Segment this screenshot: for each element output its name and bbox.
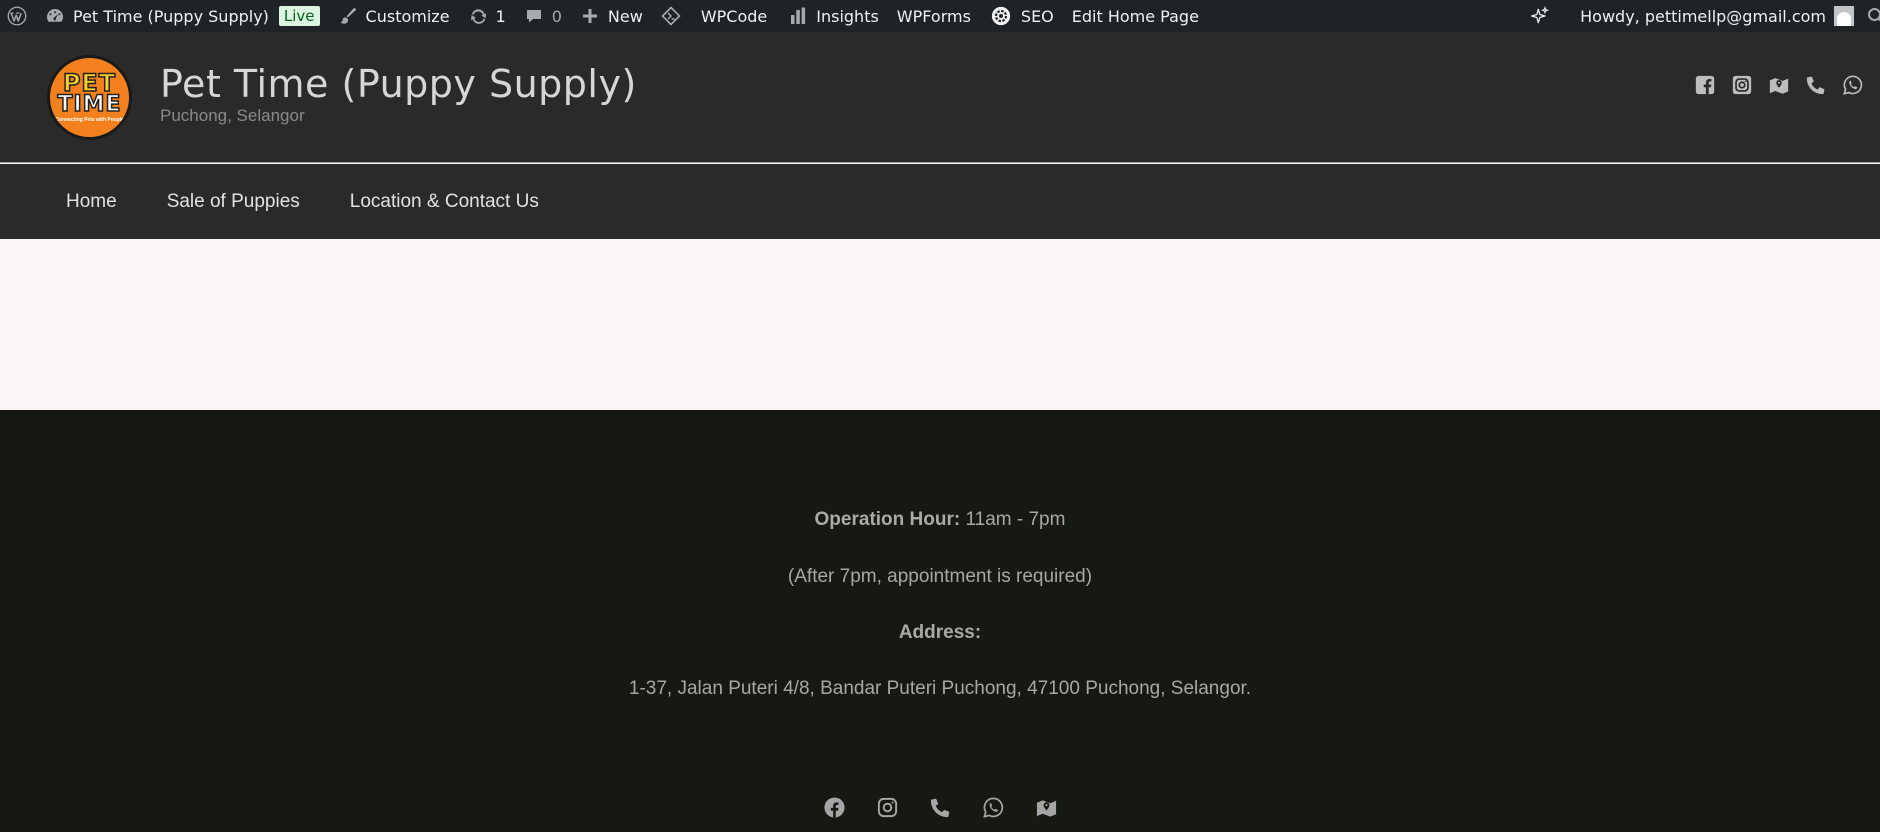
site-name-label: Pet Time (Puppy Supply) xyxy=(73,6,269,26)
footer-social-links xyxy=(0,796,1880,819)
site-title[interactable]: Pet Time (Puppy Supply) xyxy=(160,62,637,106)
logo-text-bottom: TIME xyxy=(57,92,122,117)
site-footer: Operation Hour: 11am - 7pm (After 7pm, a… xyxy=(0,410,1880,832)
avatar xyxy=(1834,6,1854,26)
insights-button[interactable]: Insights xyxy=(779,0,888,32)
seo-button[interactable]: SEO xyxy=(980,0,1063,32)
search-icon xyxy=(1866,6,1880,26)
wordpress-logo-button[interactable] xyxy=(0,0,36,32)
customize-button[interactable]: Customize xyxy=(329,0,459,32)
comment-icon xyxy=(524,6,544,26)
plus-icon xyxy=(580,6,600,26)
main-content xyxy=(0,239,1880,410)
site-header: PET TIME Connecting Pets with People Pet… xyxy=(0,32,1880,163)
nav-item-location-contact[interactable]: Location & Contact Us xyxy=(325,191,564,213)
aioseo-gear-icon xyxy=(989,4,1013,28)
insights-label: Insights xyxy=(816,6,879,26)
wpforms-button[interactable]: WPForms xyxy=(888,0,980,32)
new-content-button[interactable]: New xyxy=(571,0,652,32)
appointment-note: (After 7pm, appointment is required) xyxy=(787,566,1093,587)
ai-assistant-button[interactable] xyxy=(1518,0,1571,32)
dashboard-icon xyxy=(45,6,65,26)
facebook-icon[interactable] xyxy=(1694,74,1716,96)
whatsapp-icon[interactable] xyxy=(982,796,1005,819)
map-icon[interactable] xyxy=(1768,74,1790,96)
instagram-icon[interactable] xyxy=(1731,74,1753,96)
paintbrush-icon xyxy=(338,6,358,26)
edit-page-label: Edit Home Page xyxy=(1071,6,1199,26)
adminbar-right: Howdy, pettimellp@gmail.com xyxy=(1518,0,1880,32)
site-name-menu[interactable]: Pet Time (Puppy Supply) Live xyxy=(36,0,329,32)
address-text: 1-37, Jalan Puteri 4/8, Bandar Puteri Pu… xyxy=(628,678,1252,699)
comments-button[interactable]: 0 xyxy=(515,0,571,32)
customize-label: Customize xyxy=(365,6,450,26)
seo-label: SEO xyxy=(1020,6,1054,26)
new-label: New xyxy=(607,6,643,26)
phone-icon[interactable] xyxy=(1805,74,1827,96)
my-account-menu[interactable]: Howdy, pettimellp@gmail.com xyxy=(1571,0,1860,32)
operation-hour-line: Operation Hour: 11am - 7pm xyxy=(0,509,1880,531)
howdy-label: Howdy, pettimellp@gmail.com xyxy=(1580,6,1826,26)
primary-navigation: Home Sale of Puppies Location & Contact … xyxy=(0,164,1880,239)
logo-text-top: PET xyxy=(62,69,117,97)
address-label: Address: xyxy=(898,622,982,643)
wpcode-label: WPCode xyxy=(700,6,768,26)
phone-icon[interactable] xyxy=(929,796,952,819)
search-button[interactable] xyxy=(1860,0,1880,32)
logo-tagline: Connecting Pets with People xyxy=(55,117,124,123)
site-logo[interactable]: PET TIME Connecting Pets with People xyxy=(47,55,132,140)
facebook-icon[interactable] xyxy=(823,796,846,819)
update-icon xyxy=(468,6,488,26)
operation-hour-value: 11am - 7pm xyxy=(960,509,1066,530)
site-description: Puchong, Selangor xyxy=(160,106,305,125)
wp-admin-bar: Pet Time (Puppy Supply) Live Customize 1… xyxy=(0,0,1880,32)
operation-hour-label: Operation Hour: xyxy=(814,509,961,530)
updates-count: 1 xyxy=(495,6,506,26)
map-icon[interactable] xyxy=(1035,796,1058,819)
nav-item-sale-of-puppies[interactable]: Sale of Puppies xyxy=(142,191,325,213)
address-heading: Address: xyxy=(0,622,1880,644)
wpforms-label: WPForms xyxy=(896,6,971,26)
nav-item-home[interactable]: Home xyxy=(41,191,142,213)
whatsapp-icon[interactable] xyxy=(1842,74,1864,96)
header-social-links xyxy=(1694,74,1864,96)
instagram-icon[interactable] xyxy=(876,796,899,819)
edit-page-button[interactable]: Edit Home Page xyxy=(1063,0,1208,32)
updates-button[interactable]: 1 xyxy=(459,0,515,32)
wpcode-button[interactable]: WPCode xyxy=(652,0,779,32)
wordpress-icon xyxy=(4,3,30,29)
bar-chart-icon xyxy=(788,6,808,26)
live-badge: Live xyxy=(278,6,320,26)
sparkle-icon xyxy=(1527,3,1553,29)
comments-count: 0 xyxy=(551,6,562,26)
wpcode-icon xyxy=(661,6,681,26)
